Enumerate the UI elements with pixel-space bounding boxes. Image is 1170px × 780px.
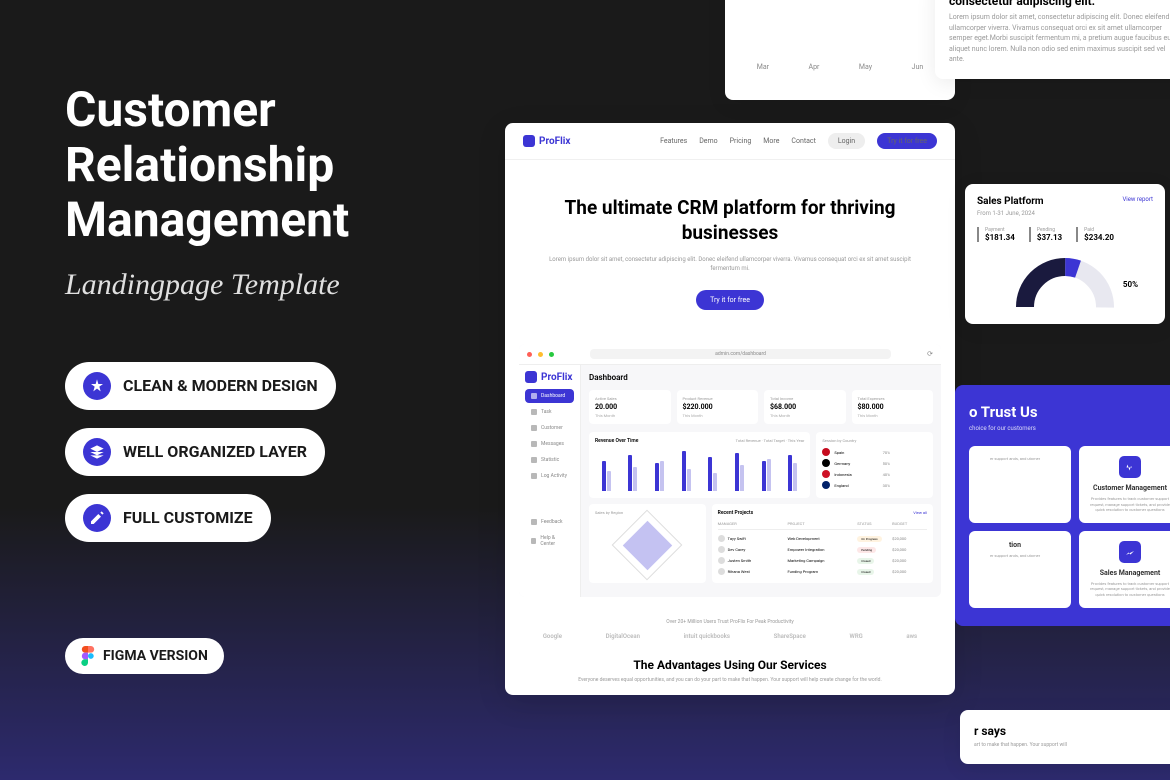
logo-google: Google (543, 633, 562, 640)
layers-icon (83, 438, 111, 466)
login-button[interactable]: Login (828, 133, 865, 149)
nav-bar: ProFlix Features Demo Pricing More Conta… (505, 123, 955, 160)
session-row: Germany50% (822, 459, 927, 467)
projects-panel: Recent ProjectsView all MANAGERPROJECTST… (712, 504, 933, 583)
trust-section: Over 20+ Million Users Trust ProFlix For… (505, 611, 955, 648)
logo[interactable]: ProFlix (523, 135, 570, 147)
logo-quickbooks: intuit quickbooks (684, 633, 730, 640)
sales-kpi-pending: Pending$37.13 (1029, 227, 1062, 242)
nav-more[interactable]: More (763, 137, 779, 145)
nav-pricing[interactable]: Pricing (730, 137, 752, 145)
trust-panel: o Trust Us choice for our customers er s… (955, 385, 1170, 626)
feature-pills: CLEAN & MODERN DESIGN WELL ORGANIZED LAY… (65, 362, 465, 542)
hero-section: The ultimate CRM platform for thriving b… (505, 160, 955, 330)
nav-contact[interactable]: Contact (791, 137, 815, 145)
mini-bar-chart-card: Mar Apr May Jun (725, 0, 955, 100)
pill-organized-layer: WELL ORGANIZED LAYER (65, 428, 325, 476)
logo-sharespace: ShareSpace (774, 633, 806, 640)
session-panel: Session by Country Spain70% Germany50% I… (816, 432, 933, 498)
donut-chart: 50% (1010, 252, 1120, 312)
figma-badge: FIGMA VERSION (65, 638, 224, 674)
sidebar-item-dashboard[interactable]: Dashboard (525, 389, 574, 403)
sales-kpi-payment: Payment$181.34 (977, 227, 1015, 242)
table-row[interactable]: Tayy SwiftWeb DevelopmentOn Progress$20,… (718, 533, 927, 544)
kpi-row: Active Sales20.000This Month Product Rev… (589, 390, 933, 424)
hero-cta-button[interactable]: Try it for free (696, 290, 764, 310)
trust-card: tion er support ands, and utomer (969, 531, 1071, 608)
session-row: Indonesia40% (822, 470, 927, 478)
promo-subtitle: Landingpage Template (65, 268, 465, 302)
try-free-button[interactable]: Try it for free (877, 133, 937, 149)
view-report-link[interactable]: View report (1122, 196, 1153, 207)
sales-platform-card: Sales PlatformView report From 1-31 June… (965, 184, 1165, 324)
advantages-section: The Advantages Using Our Services Everyo… (505, 648, 955, 695)
dashboard-title: Dashboard (589, 373, 933, 382)
kpi-revenue: Product Revenue$220.000This Month (677, 390, 759, 424)
figma-icon (81, 646, 95, 666)
sidebar-item-customer[interactable]: Customer (525, 421, 574, 435)
sales-kpi-paid: Paid$234.20 (1076, 227, 1114, 242)
trust-card-customer: Customer Management Provides features to… (1079, 446, 1170, 523)
design-icon (83, 372, 111, 400)
table-row[interactable]: Rihana WestFunding ProgramClosed$20,000 (718, 566, 927, 577)
table-row[interactable]: Dev CareyEmpower IntegrationPending$20,0… (718, 544, 927, 555)
sidebar-item-help[interactable]: Help & Center (525, 531, 574, 551)
session-row: England30% (822, 481, 927, 489)
logo-wrg: WRG (850, 633, 863, 640)
url-bar[interactable]: admin.com/dashboard (590, 349, 891, 359)
sidebar-item-feedback[interactable]: Feedback (525, 515, 574, 529)
revenue-chart-panel: Revenue Over TimeTotal Revenue · Total T… (589, 432, 810, 498)
text-card: consectetur adipiscing elit. Lorem ipsum… (935, 0, 1170, 79)
sidebar-item-statistic[interactable]: Statistic (525, 453, 574, 467)
kpi-active-sales: Active Sales20.000This Month (589, 390, 671, 424)
dashboard-sidebar: ProFlix Dashboard Task Customer Messages… (519, 365, 581, 597)
sidebar-item-task[interactable]: Task (525, 405, 574, 419)
nav-demo[interactable]: Demo (699, 137, 717, 145)
landing-page-mockup: ProFlix Features Demo Pricing More Conta… (505, 123, 955, 695)
refresh-icon[interactable]: ⟳ (927, 350, 933, 358)
sales-icon (1119, 541, 1141, 563)
session-row: Spain70% (822, 448, 927, 456)
logo-digitalocean: DigitalOcean (606, 633, 640, 640)
kpi-income: Total Income$68.000This Month (764, 390, 846, 424)
browser-chrome: admin.com/dashboard ⟳ (519, 344, 941, 365)
sidebar-item-messages[interactable]: Messages (525, 437, 574, 451)
trust-card: er support ands, and utomer (969, 446, 1071, 523)
pill-clean-design: CLEAN & MODERN DESIGN (65, 362, 336, 410)
view-all-link[interactable]: View all (913, 510, 927, 516)
kpi-expenses: Total Expenses$80.000This Month (852, 390, 934, 424)
nav-features[interactable]: Features (660, 137, 687, 145)
hero-title: The ultimate CRM platform for thriving b… (535, 196, 925, 245)
hero-body: Lorem ipsum dolor sit amet, consectetur … (535, 255, 925, 273)
table-row[interactable]: Justen SmithMarketing CampaignClosed$20,… (718, 555, 927, 566)
edit-icon (83, 504, 111, 532)
logo-aws: aws (906, 633, 917, 640)
region-panel: Sales by Region (589, 504, 706, 583)
bottom-card: r says art to make that happen. Your sup… (960, 710, 1170, 764)
promo-title: Customer Relationship Management (65, 82, 465, 248)
dashboard-preview: admin.com/dashboard ⟳ ProFlix Dashboard … (519, 344, 941, 597)
sidebar-item-log[interactable]: Log Activity (525, 469, 574, 483)
pill-full-customize: FULL CUSTOMIZE (65, 494, 271, 542)
logo-icon (523, 135, 535, 147)
trust-card-sales: Sales Management Provides features to tr… (1079, 531, 1170, 608)
customer-icon (1119, 456, 1141, 478)
